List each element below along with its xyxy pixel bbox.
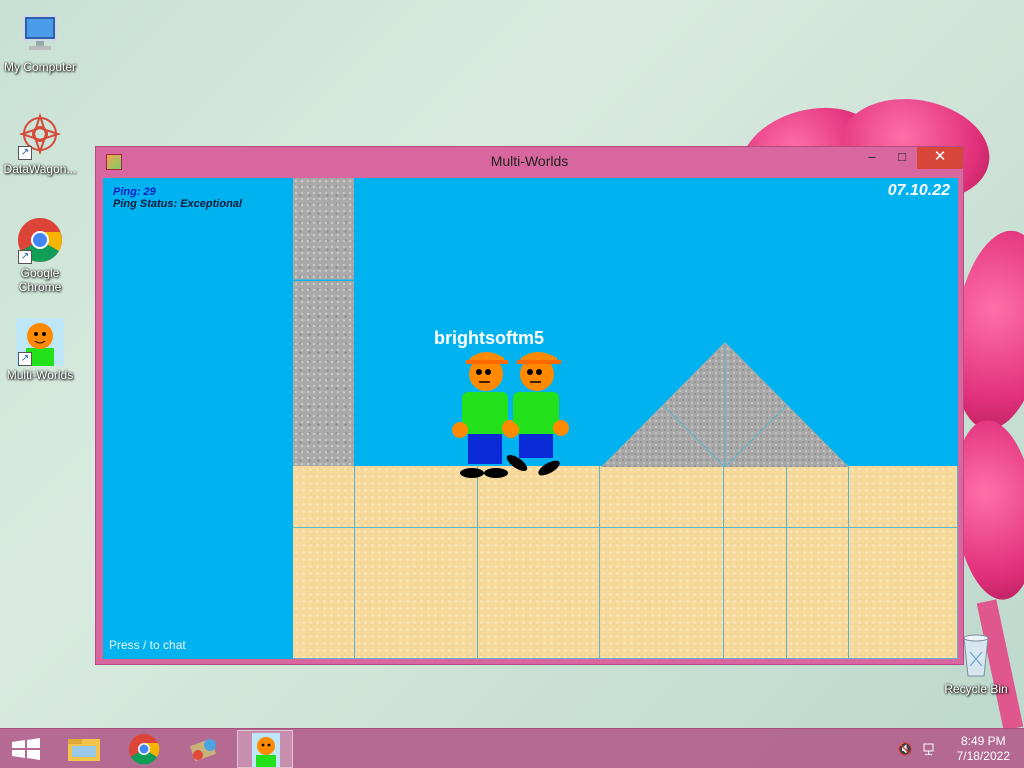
shortcut-arrow-icon: ↗ [18,250,32,264]
desktop-icon-label: Recycle Bin [944,682,1008,696]
taskbar-file-explorer[interactable] [56,730,112,768]
desktop-icon-label: Google Chrome [18,266,62,294]
desktop-icon-label: My Computer [3,60,77,74]
sand-block [478,528,600,659]
window-titlebar[interactable]: Multi-Worlds – □ ✕ [96,147,963,177]
start-button[interactable] [0,730,56,768]
ping-display: Ping: 29 Ping Status: Exceptional [113,186,242,210]
sand-block [787,466,849,528]
clock-date: 7/18/2022 [956,749,1010,763]
maximize-button[interactable]: □ [887,147,917,169]
clock-time: 8:49 PM [960,734,1006,748]
sand-block [600,466,724,528]
chat-hint: Press / to chat [109,638,186,652]
player-character[interactable] [495,346,573,481]
desktop-icon-my-computer[interactable]: My Computer [0,10,80,74]
sand-block [724,466,787,528]
start-icon [12,738,40,760]
taskbar: 🔇 8:49 PM 7/18/2022 [0,728,1024,768]
sand-block [849,528,958,659]
desktop-icon-label: Multi-Worlds [6,368,74,382]
computer-icon [16,10,64,58]
volume-muted-icon[interactable]: 🔇 [897,741,913,757]
datawagon-icon: ↗ [16,112,64,160]
multiworlds-icon: ↗ [16,318,64,366]
window-title: Multi-Worlds [490,153,569,169]
stone-block [293,178,354,280]
chrome-icon: ↗ [16,216,64,264]
file-explorer-icon [68,739,100,761]
sand-block [293,466,355,528]
multiworlds-icon [252,733,280,767]
media-icon [189,738,217,762]
desktop-icon-datawagon[interactable]: ↗ DataWagon... [0,112,80,176]
desktop-icon-label: DataWagon... [3,162,77,176]
taskbar-chrome[interactable] [116,730,172,768]
stone-block [293,281,354,466]
desktop-icon-multi-worlds[interactable]: ↗ Multi-Worlds [0,318,80,382]
shortcut-arrow-icon: ↗ [18,146,32,160]
ping-value: Ping: 29 [113,186,156,198]
game-canvas[interactable]: Ping: 29 Ping Status: Exceptional Press … [103,178,958,659]
sand-block [724,528,787,659]
game-date: 07.10.22 [887,182,950,199]
taskbar-media[interactable] [176,730,232,768]
minimize-button[interactable]: – [857,147,887,169]
chrome-icon [129,734,160,765]
desktop-icon-google-chrome[interactable]: ↗ Google Chrome [0,216,80,294]
sand-block [355,528,478,659]
close-button[interactable]: ✕ [917,147,963,169]
ping-status: Ping Status: Exceptional [113,198,242,210]
sand-block [849,466,958,528]
stone-pyramid [601,342,849,468]
sand-block [600,528,724,659]
taskbar-multi-worlds[interactable] [237,730,293,768]
sand-block [293,528,355,659]
shortcut-arrow-icon: ↗ [18,352,32,366]
system-clock[interactable]: 8:49 PM 7/18/2022 [957,734,1010,764]
network-icon[interactable] [922,741,938,757]
sand-block [787,528,849,659]
game-window[interactable]: Multi-Worlds – □ ✕ Ping: 29 Ping Status:… [95,146,964,665]
